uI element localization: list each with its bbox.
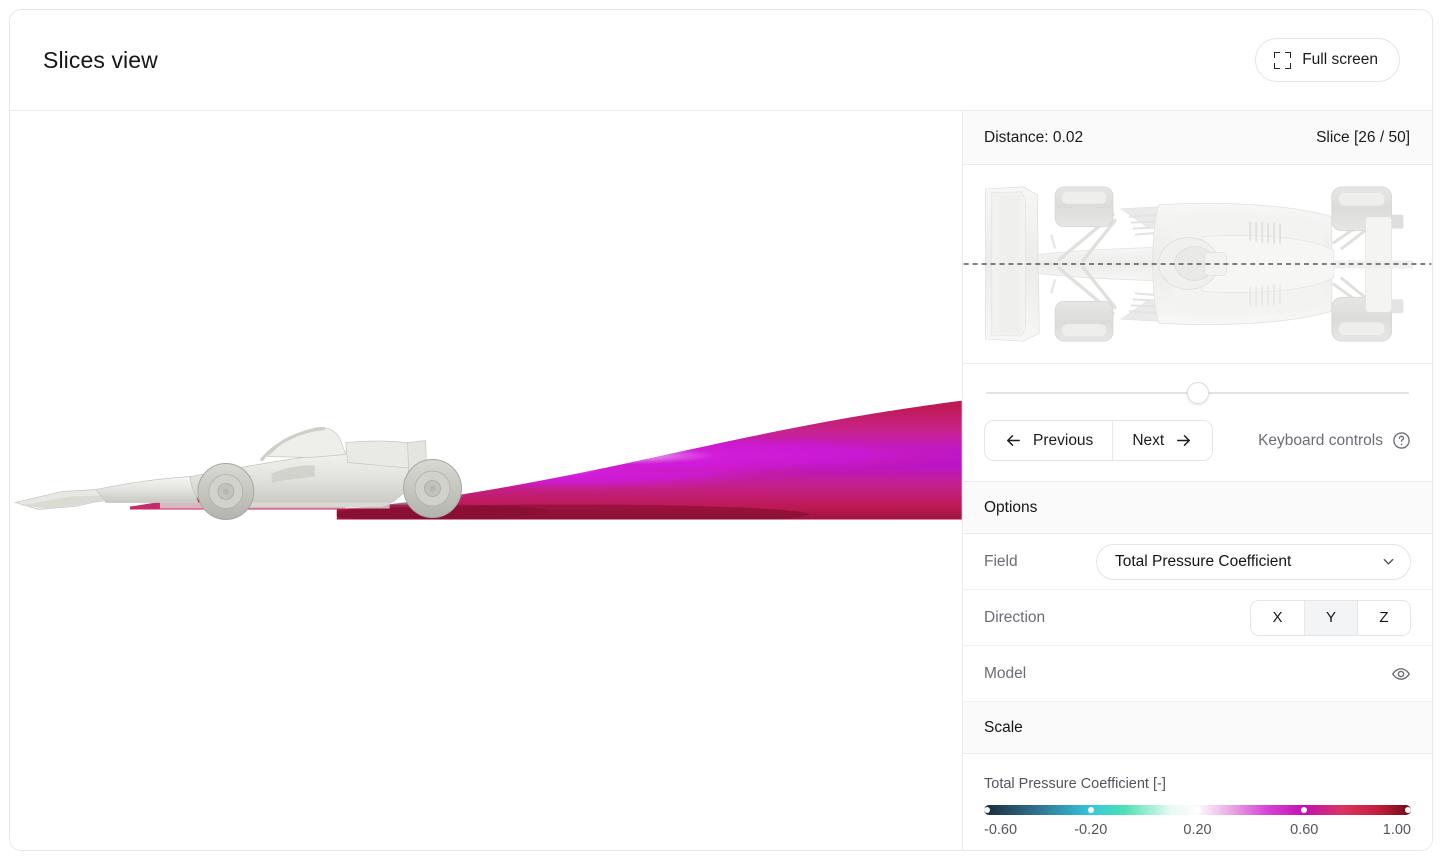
colorbar-tick: 0.60 [1290,822,1318,838]
slice-info-bar: Distance: 0.02 Slice [26 / 50] [963,111,1432,165]
field-label: Field [984,553,1018,571]
full-screen-label: Full screen [1302,51,1378,69]
distance-label: Distance: 0.02 [984,129,1083,147]
slice-navigation: Previous Next Keyboard controls [963,364,1432,482]
scale-section-header: Scale [963,702,1432,754]
question-circle-icon [1392,431,1411,450]
options-section-header: Options [963,482,1432,534]
model-label: Model [984,665,1026,683]
field-select[interactable]: Total Pressure Coefficient [1096,544,1411,580]
colorbar-ticks: -0.60 -0.20 0.20 0.60 1.00 [984,822,1411,840]
slices-view-card: Slices view Full screen [9,9,1433,851]
prev-next-group: Previous Next [984,420,1213,461]
colorbar-dot [1301,807,1307,813]
colorbar-dot [1195,807,1201,813]
next-button[interactable]: Next [1112,421,1212,460]
sidebar: Distance: 0.02 Slice [26 / 50] [962,111,1432,850]
nav-row: Previous Next Keyboard controls [984,420,1411,461]
full-screen-button[interactable]: Full screen [1255,38,1400,82]
colorbar-dot [1088,807,1094,813]
colorbar-tick: -0.60 [984,822,1017,838]
rear-wheel [404,460,462,518]
slice-viewport[interactable] [10,111,962,850]
slice-slider[interactable] [984,382,1411,404]
direction-button-x[interactable]: X [1251,601,1304,635]
front-wheel [198,464,254,520]
direction-toggle-group: X Y Z [1250,600,1411,636]
car-top-view-image [963,165,1432,363]
fullscreen-corners-icon [1274,52,1291,69]
car-thumbnail[interactable] [963,165,1432,364]
option-row-field: Field Total Pressure Coefficient [963,534,1432,590]
colorbar-dot [984,807,990,813]
eye-icon[interactable] [1391,664,1411,684]
next-label: Next [1132,432,1164,450]
legend-title: Total Pressure Coefficient [-] [984,776,1411,792]
colorbar-tick: -0.20 [1074,822,1107,838]
options-title: Options [984,499,1037,517]
card-body: Distance: 0.02 Slice [26 / 50] [10,111,1432,850]
colorbar-tick: 1.00 [1383,822,1411,838]
previous-button[interactable]: Previous [985,421,1112,460]
slider-thumb[interactable] [1187,382,1209,404]
arrow-left-icon [1004,431,1023,450]
direction-button-z[interactable]: Z [1357,601,1410,635]
slice-render [10,111,962,850]
option-row-model: Model [963,646,1432,702]
keyboard-controls[interactable]: Keyboard controls [1258,431,1411,450]
colorbar-tick: 0.20 [1183,822,1211,838]
direction-button-y[interactable]: Y [1304,601,1357,635]
chevron-down-icon [1381,554,1396,569]
page-title: Slices view [43,47,158,74]
previous-label: Previous [1033,432,1093,450]
field-value: Total Pressure Coefficient [1115,553,1291,571]
option-row-direction: Direction X Y Z [963,590,1432,646]
scale-body: Total Pressure Coefficient [-] -0.60 -0.… [963,754,1432,840]
keyboard-controls-label: Keyboard controls [1258,432,1383,450]
scale-title: Scale [984,719,1023,737]
slice-index-label: Slice [26 / 50] [1316,129,1410,147]
direction-label: Direction [984,609,1045,627]
arrow-right-icon [1174,431,1193,450]
colorbar-wrap [984,805,1411,815]
colorbar-dot [1405,807,1411,813]
card-header: Slices view Full screen [10,10,1432,111]
